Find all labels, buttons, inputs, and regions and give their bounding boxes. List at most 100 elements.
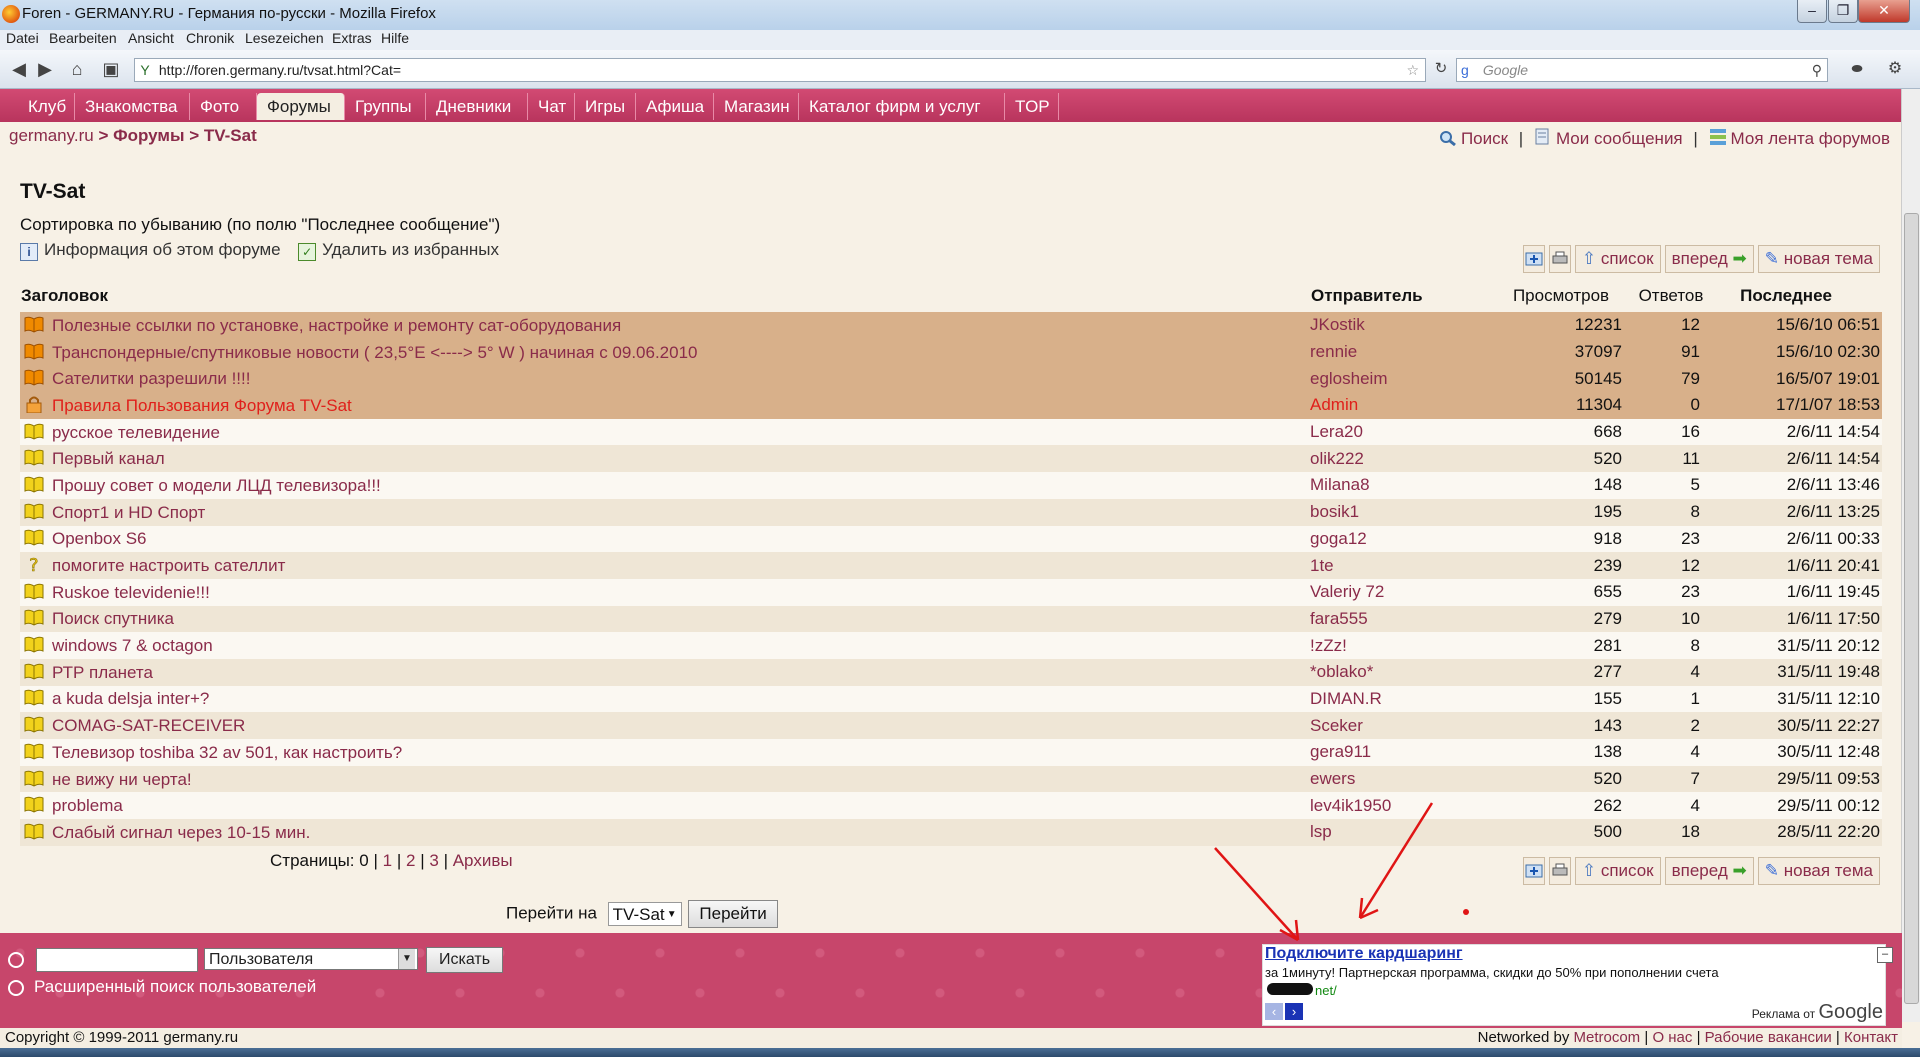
my-messages-link[interactable]: Мои сообщения [1556,129,1683,148]
forward-icon[interactable]: ▶ [34,58,56,80]
metrocom-link[interactable]: Metrocom [1574,1029,1641,1046]
bookmark-page-icon[interactable]: ▣ [100,58,122,80]
menu-extras[interactable]: Extras [332,30,372,46]
add-favorite-icon[interactable] [1522,857,1545,885]
forward-button[interactable]: вперед ➡ [1664,857,1754,885]
search-link[interactable]: Поиск [1461,129,1508,148]
breadcrumb-current[interactable]: TV-Sat [204,126,257,145]
menu-bearbeiten[interactable]: Bearbeiten [49,30,117,46]
topic-link[interactable]: Полезные ссылки по установке, настройке … [52,316,621,335]
ad-next-icon[interactable]: › [1285,1003,1303,1020]
sender-link[interactable]: *oblako* [1310,662,1373,681]
forum-select[interactable]: TV-Sat ▼ [607,902,682,926]
topic-link[interactable]: Транспондерные/спутниковые новости ( 23,… [52,343,698,362]
archive-link[interactable]: Архивы [453,851,513,870]
topic-link[interactable]: Правила Пользования Форума TV-Sat [52,396,352,415]
go-button[interactable]: Перейти [688,900,778,928]
sender-link[interactable]: ewers [1310,769,1355,788]
site-identity-icon[interactable]: Y [135,59,155,81]
forum-info-link[interactable]: Информация об этом форуме [44,240,281,259]
sender-link[interactable]: lev4ik1950 [1310,796,1391,815]
topic-link[interactable]: помогите настроить сателлит [52,556,285,575]
addon-icon[interactable]: ⚙ [1884,58,1906,80]
ad-prev-icon[interactable]: ‹ [1265,1003,1283,1020]
menu-lesezeichen[interactable]: Lesezeichen [245,30,324,46]
back-icon[interactable]: ◀ [8,58,30,80]
topic-link[interactable]: Сателитки разрешили !!!! [52,369,250,388]
scrollbar-thumb[interactable] [1904,213,1919,1004]
home-icon[interactable]: ⌂ [66,58,88,80]
new-topic-button[interactable]: ✎ новая тема [1757,857,1880,885]
menu-ansicht[interactable]: Ansicht [128,30,174,46]
tab-chat[interactable]: Чат [528,93,575,120]
tab-dating[interactable]: Знакомства [75,93,190,120]
new-topic-button[interactable]: ✎ новая тема [1757,245,1880,273]
topic-link[interactable]: COMAG-SAT-RECEIVER [52,716,245,735]
tab-top[interactable]: TOP [1005,93,1059,120]
menu-chronik[interactable]: Chronik [186,30,234,46]
forward-button[interactable]: вперед ➡ [1664,245,1754,273]
search-input[interactable]: g Google ⚲ [1456,58,1828,82]
topic-link[interactable]: Первый канал [52,449,165,468]
contact-link[interactable]: Контакт [1844,1029,1898,1046]
minimize-button[interactable]: – [1797,0,1827,23]
advanced-user-search-link[interactable]: Расширенный поиск пользователей [34,977,316,997]
topic-link[interactable]: windows 7 & octagon [52,636,213,655]
sender-link[interactable]: !zZz! [1310,636,1347,655]
tab-games[interactable]: Игры [575,93,636,120]
sender-link[interactable]: Lera20 [1310,422,1363,441]
sender-link[interactable]: Milana8 [1310,475,1370,494]
my-feed-link[interactable]: Моя лента форумов [1731,129,1890,148]
url-bar[interactable]: Y http://foren.germany.ru/tvsat.html?Cat… [134,58,1426,82]
add-favorite-icon[interactable] [1522,245,1545,273]
topic-link[interactable]: Ruskoe televidenie!!! [52,583,210,602]
sender-link[interactable]: 1te [1310,556,1334,575]
user-search-input[interactable] [36,948,198,972]
close-window-button[interactable]: ✕ [1858,0,1910,23]
sender-link[interactable]: DIMAN.R [1310,689,1382,708]
list-button[interactable]: ⇧ список [1574,857,1661,885]
sender-link[interactable]: lsp [1310,822,1332,841]
reload-icon[interactable]: ↻ [1430,58,1452,80]
page-2-link[interactable]: 2 [406,851,415,870]
search-users-button[interactable]: Искать [426,947,504,973]
tab-photo[interactable]: Фото [190,93,257,120]
topic-link[interactable]: Спорт1 и HD Спорт [52,503,205,522]
star-icon[interactable]: ☆ [1406,59,1419,81]
tab-groups[interactable]: Группы [345,93,426,120]
list-button[interactable]: ⇧ список [1574,245,1661,273]
sender-link[interactable]: fara555 [1310,609,1368,628]
topic-link[interactable]: Прошу совет о модели ЛЦД телевизора!!! [52,476,381,495]
page-scrollbar[interactable] [1901,89,1920,1022]
sender-link[interactable]: gera911 [1310,742,1371,761]
sender-link[interactable]: goga12 [1310,529,1367,548]
tab-shop[interactable]: Магазин [714,93,799,120]
tab-poster[interactable]: Афиша [636,93,714,120]
breadcrumb-forums[interactable]: Форумы [113,126,184,145]
sender-link[interactable]: Valeriy 72 [1310,582,1384,601]
tab-forums[interactable]: Форумы [257,93,345,120]
jobs-link[interactable]: Рабочие вакансии [1705,1029,1832,1046]
topic-link[interactable]: не вижу ни черта! [52,770,192,789]
tab-club[interactable]: Клуб [18,93,75,120]
print-icon[interactable] [1548,857,1571,885]
ad-title-link[interactable]: Подключите кардшаринг [1265,945,1463,963]
maximize-button[interactable]: ❐ [1828,0,1858,23]
about-link[interactable]: О нас [1652,1029,1692,1046]
topic-link[interactable]: a kuda delsja inter+? [52,689,209,708]
menu-datei[interactable]: Datei [6,30,39,46]
search-type-select[interactable]: Пользователя ▼ [204,948,418,970]
remove-favorites-link[interactable]: Удалить из избранных [322,240,499,259]
topic-link[interactable]: русское телевидение [52,423,220,442]
menu-hilfe[interactable]: Hilfe [381,30,409,46]
ad-url[interactable]: net/ [1315,983,1337,998]
search-icon[interactable]: ⚲ [1812,59,1822,81]
tab-catalog[interactable]: Каталог фирм и услуг [799,93,1005,120]
sender-link[interactable]: JKostik [1310,315,1365,334]
sender-link[interactable]: Sceker [1310,716,1363,735]
sender-link[interactable]: olik222 [1310,449,1364,468]
ads-by-google[interactable]: Реклама от Google [1752,1001,1883,1024]
sender-link[interactable]: eglosheim [1310,369,1388,388]
breadcrumb-home[interactable]: germany.ru [9,126,94,145]
topic-link[interactable]: Поиск спутника [52,609,174,628]
